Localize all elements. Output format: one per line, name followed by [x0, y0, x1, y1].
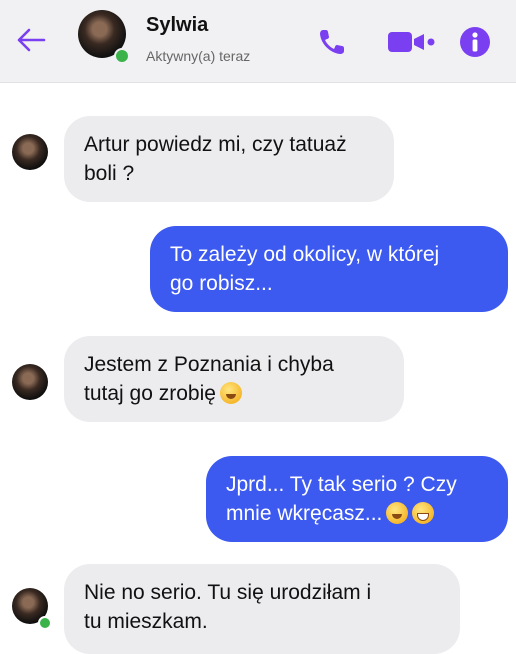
contact-name[interactable]: Sylwia [146, 14, 208, 37]
message-text: boli ? [84, 162, 135, 185]
message-outgoing: To zależy od okolicy, w której go robisz… [150, 226, 508, 312]
thinking-face-emoji [219, 382, 242, 404]
grinning-face-emoji [412, 502, 435, 524]
message-incoming: Jestem z Poznania i chyba tutaj go zrobi… [64, 336, 404, 422]
message-text: tu mieszkam. [84, 610, 208, 633]
online-indicator [114, 48, 130, 64]
online-indicator [38, 616, 52, 630]
sender-avatar [12, 134, 48, 170]
info-icon[interactable] [458, 25, 492, 59]
thinking-face-emoji [386, 502, 409, 524]
message-incoming: Artur powiedz mi, czy tatuaż boli ? [64, 116, 394, 202]
message-text: Jprd... Ty tak serio ? Czy [226, 473, 457, 496]
back-arrow-icon[interactable] [16, 27, 46, 53]
message-text: go robisz... [170, 272, 273, 295]
video-camera-icon[interactable] [386, 30, 438, 54]
chat-header: Sylwia Aktywny(a) teraz [0, 0, 516, 83]
contact-status: Aktywny(a) teraz [146, 48, 251, 64]
message-text: Artur powiedz mi, czy tatuaż [84, 133, 347, 156]
message-text: mnie wkręcasz... [226, 502, 383, 525]
sender-avatar [12, 364, 48, 400]
message-incoming: Nie no serio. Tu się urodziłam i tu mies… [64, 564, 460, 654]
message-outgoing: Jprd... Ty tak serio ? Czy mnie wkręcasz… [206, 456, 508, 542]
message-text: To zależy od okolicy, w której [170, 243, 440, 266]
message-text: tutaj go zrobię [84, 382, 216, 405]
phone-icon[interactable] [316, 26, 348, 58]
message-text: Nie no serio. Tu się urodziłam i [84, 581, 372, 604]
message-text: Jestem z Poznania i chyba [84, 353, 334, 376]
